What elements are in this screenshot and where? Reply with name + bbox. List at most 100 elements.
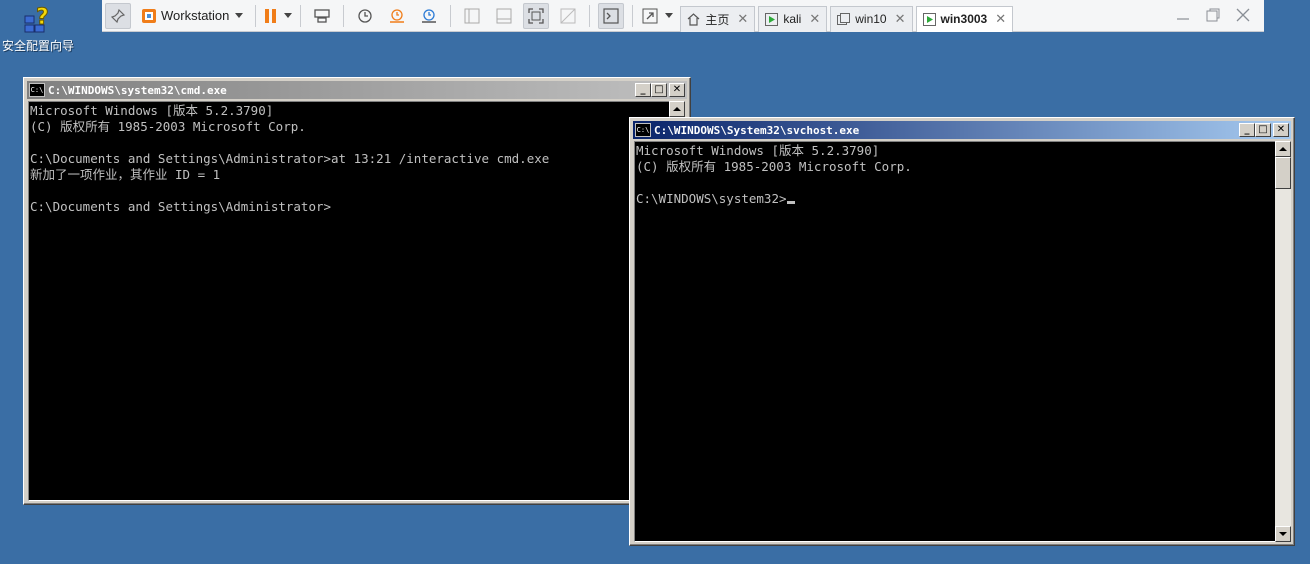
- keyboard-icon: [314, 8, 331, 23]
- security-wizard-icon: ?: [21, 2, 55, 36]
- vmware-toolbar: Workstation 主页 ✕ kali ✕ win10 ✕ win3003 …: [102, 0, 1264, 32]
- tab-win10[interactable]: win10 ✕: [830, 5, 913, 32]
- restore-button[interactable]: [1198, 4, 1228, 26]
- show-thumbnail-button[interactable]: [491, 3, 517, 29]
- text-cursor: [786, 201, 795, 204]
- console-prompt: C:\WINDOWS\system32>: [636, 191, 787, 206]
- svchost-console-output[interactable]: Microsoft Windows [版本 5.2.3790] (C) 版权所有…: [634, 141, 1276, 542]
- stretch-view-button[interactable]: [641, 3, 674, 29]
- desktop-icon-label: 安全配置向导: [1, 39, 74, 53]
- workstation-menu-button[interactable]: Workstation: [137, 3, 247, 29]
- pause-icon: [265, 8, 277, 23]
- cmd-console-output[interactable]: Microsoft Windows [版本 5.2.3790] (C) 版权所有…: [28, 101, 672, 501]
- tab-kali[interactable]: kali ✕: [758, 5, 828, 32]
- chevron-down-icon: [665, 13, 674, 18]
- tab-label: win10: [855, 12, 887, 26]
- close-button[interactable]: ✕: [1273, 123, 1289, 137]
- toolbar-separator: [450, 4, 452, 27]
- scroll-thumb[interactable]: [1275, 157, 1291, 189]
- unity-button[interactable]: [555, 3, 581, 29]
- maximize-button[interactable]: □: [1255, 123, 1271, 137]
- window-title: C:\WINDOWS\System32\svchost.exe: [654, 123, 860, 137]
- arrow-up-icon: [673, 107, 681, 111]
- tab-win3003[interactable]: win3003 ✕: [915, 5, 1014, 32]
- close-icon[interactable]: ✕: [737, 11, 748, 27]
- toolbar-separator: [589, 4, 591, 27]
- home-icon: [687, 12, 700, 26]
- console-line: 新加了一项作业，其作业 ID = 1: [30, 167, 221, 182]
- vm-icon: [837, 12, 851, 26]
- arrow-up-icon: [1279, 147, 1287, 151]
- restore-icon: [1206, 8, 1220, 22]
- console-view-button[interactable]: [598, 2, 625, 29]
- workstation-label: Workstation: [161, 8, 230, 23]
- snapshot-button[interactable]: [352, 3, 378, 29]
- snapshot-manager-icon: [422, 8, 437, 23]
- console-line: C:\Documents and Settings\Administrator>: [30, 199, 332, 214]
- unity-icon: [560, 8, 576, 23]
- snapshot-clock-icon: [358, 8, 373, 23]
- sidebar-layout-icon: [464, 8, 480, 23]
- console-line: (C) 版权所有 1985-2003 Microsoft Corp.: [636, 159, 912, 174]
- suspend-button[interactable]: [264, 3, 293, 29]
- cmd-window-titlebar[interactable]: C:\ C:\WINDOWS\system32\cmd.exe _ □ ✕: [27, 81, 687, 99]
- console-icon: C:\: [635, 123, 651, 137]
- chevron-down-icon: [284, 13, 293, 18]
- terminal-icon: [603, 7, 620, 24]
- revert-clock-icon: [390, 8, 405, 23]
- toolbar-separator: [300, 4, 302, 27]
- close-icon[interactable]: ✕: [995, 11, 1006, 27]
- close-icon[interactable]: ✕: [895, 11, 906, 27]
- svchost-window-titlebar[interactable]: C:\ C:\WINDOWS\System32\svchost.exe _ □ …: [633, 121, 1291, 139]
- tab-label: 主页: [705, 12, 730, 27]
- tab-home[interactable]: 主页 ✕: [680, 5, 756, 32]
- snapshot-manager-button[interactable]: [416, 3, 442, 29]
- svg-text:?: ?: [36, 5, 49, 30]
- close-button[interactable]: ✕: [669, 83, 685, 97]
- pin-toolbar-button[interactable]: [105, 2, 131, 29]
- vm-running-icon: [765, 12, 779, 26]
- revert-snapshot-button[interactable]: [384, 3, 410, 29]
- app-window-controls: [1168, 4, 1258, 26]
- console-line: Microsoft Windows [版本 5.2.3790]: [30, 103, 274, 118]
- cmd-window[interactable]: C:\ C:\WINDOWS\system32\cmd.exe _ □ ✕ Mi…: [23, 77, 691, 505]
- console-line: Microsoft Windows [版本 5.2.3790]: [636, 143, 880, 158]
- minimize-button[interactable]: _: [635, 83, 651, 97]
- scroll-up-button[interactable]: [669, 101, 685, 117]
- title-buttons: _ □ ✕: [1239, 123, 1289, 137]
- console-line: (C) 版权所有 1985-2003 Microsoft Corp.: [30, 119, 306, 134]
- full-screen-button[interactable]: [523, 2, 550, 29]
- close-icon: [1236, 8, 1250, 22]
- console-line: C:\Documents and Settings\Administrator>…: [30, 151, 550, 166]
- minimize-button[interactable]: _: [1239, 123, 1255, 137]
- minimize-button[interactable]: [1168, 4, 1198, 26]
- toolbar-separator: [343, 4, 345, 27]
- console-prompt-line[interactable]: C:\WINDOWS\system32>: [635, 191, 1275, 207]
- close-icon[interactable]: ✕: [809, 11, 820, 27]
- toolbar-separator: [255, 4, 257, 27]
- arrow-down-icon: [1279, 532, 1287, 536]
- window-title: C:\WINDOWS\system32\cmd.exe: [48, 83, 227, 97]
- pin-icon: [111, 8, 125, 23]
- scroll-up-button[interactable]: [1275, 141, 1291, 157]
- maximize-button[interactable]: □: [651, 83, 667, 97]
- minimize-icon: [1177, 18, 1189, 20]
- show-library-button[interactable]: [459, 3, 485, 29]
- toolbar-separator: [632, 4, 634, 27]
- vertical-scrollbar[interactable]: [1275, 141, 1291, 542]
- bottom-panel-icon: [496, 8, 512, 23]
- full-screen-icon: [528, 7, 545, 24]
- scroll-down-button[interactable]: [1275, 526, 1291, 542]
- security-config-wizard-shortcut[interactable]: ? 安全配置向导: [0, 2, 76, 54]
- vmware-logo-icon: [142, 8, 156, 23]
- stretch-icon: [642, 8, 658, 23]
- tab-label: win3003: [940, 12, 988, 26]
- svchost-window[interactable]: C:\ C:\WINDOWS\System32\svchost.exe _ □ …: [629, 117, 1295, 546]
- chevron-down-icon: [235, 13, 244, 18]
- vm-running-icon: [922, 12, 936, 26]
- close-button[interactable]: [1228, 4, 1258, 26]
- send-ctrl-alt-del-button[interactable]: [309, 3, 335, 29]
